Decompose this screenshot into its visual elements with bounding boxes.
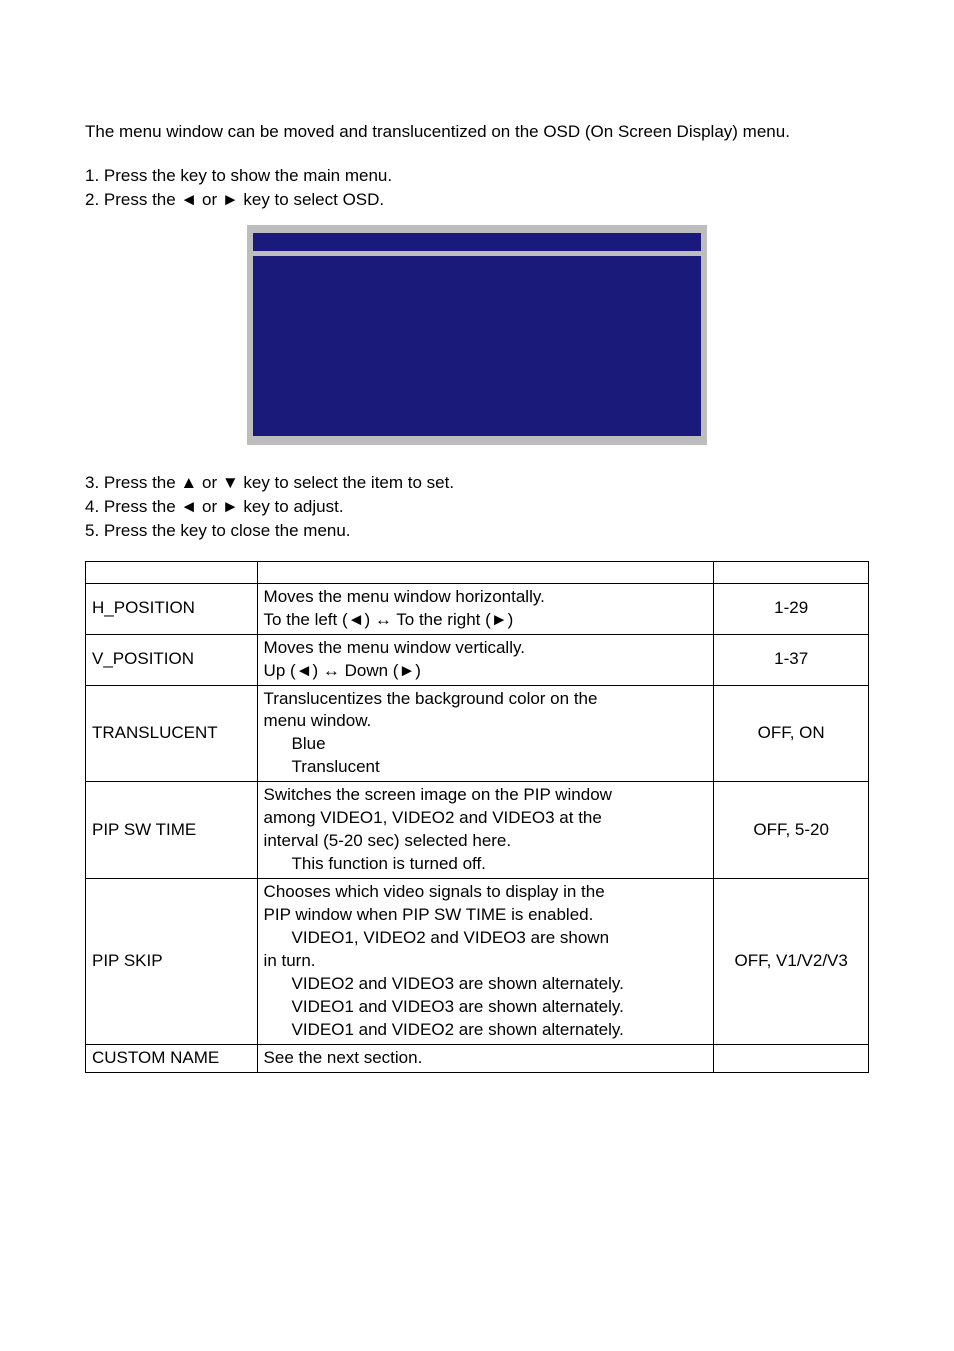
intro-text: The menu window can be moved and translu…	[85, 120, 869, 144]
header-item	[86, 561, 258, 583]
row-label: PIP SW TIME	[86, 782, 258, 879]
row-label: H_POSITION	[86, 583, 258, 634]
row-label: V_POSITION	[86, 634, 258, 685]
row-desc: Translucentizes the background color on …	[257, 685, 714, 782]
step-5: 5. Press the key to close the menu.	[85, 519, 869, 543]
row-label: CUSTOM NAME	[86, 1044, 258, 1072]
row-label: PIP SKIP	[86, 879, 258, 1045]
steps-list-2: 3. Press the ▲ or ▼ key to select the it…	[85, 471, 869, 542]
row-value	[714, 1044, 869, 1072]
osd-window	[247, 225, 707, 445]
table-row: V_POSITION Moves the menu window vertica…	[86, 634, 869, 685]
row-desc: Moves the menu window horizontally. To t…	[257, 583, 714, 634]
row-value: OFF, V1/V2/V3	[714, 879, 869, 1045]
steps-list-1: 1. Press the key to show the main menu. …	[85, 164, 869, 212]
row-value: 1-29	[714, 583, 869, 634]
row-desc: Chooses which video signals to display i…	[257, 879, 714, 1045]
table-row: PIP SKIP Chooses which video signals to …	[86, 879, 869, 1045]
osd-tabbar	[253, 233, 701, 251]
table-header-row	[86, 561, 869, 583]
settings-table: H_POSITION Moves the menu window horizon…	[85, 561, 869, 1073]
row-desc: See the next section.	[257, 1044, 714, 1072]
row-desc: Moves the menu window vertically. Up (◄)…	[257, 634, 714, 685]
row-desc: Switches the screen image on the PIP win…	[257, 782, 714, 879]
osd-screenshot	[85, 225, 869, 445]
step-4: 4. Press the ◄ or ► key to adjust.	[85, 495, 869, 519]
table-row: PIP SW TIME Switches the screen image on…	[86, 782, 869, 879]
table-row: TRANSLUCENT Translucentizes the backgrou…	[86, 685, 869, 782]
step-2: 2. Press the ◄ or ► key to select OSD.	[85, 188, 869, 212]
header-value	[714, 561, 869, 583]
step-1: 1. Press the key to show the main menu.	[85, 164, 869, 188]
row-label: TRANSLUCENT	[86, 685, 258, 782]
row-value: OFF, ON	[714, 685, 869, 782]
header-desc	[257, 561, 714, 583]
osd-body	[253, 256, 701, 436]
table-row: CUSTOM NAME See the next section.	[86, 1044, 869, 1072]
row-value: OFF, 5-20	[714, 782, 869, 879]
table-row: H_POSITION Moves the menu window horizon…	[86, 583, 869, 634]
step-3: 3. Press the ▲ or ▼ key to select the it…	[85, 471, 869, 495]
row-value: 1-37	[714, 634, 869, 685]
